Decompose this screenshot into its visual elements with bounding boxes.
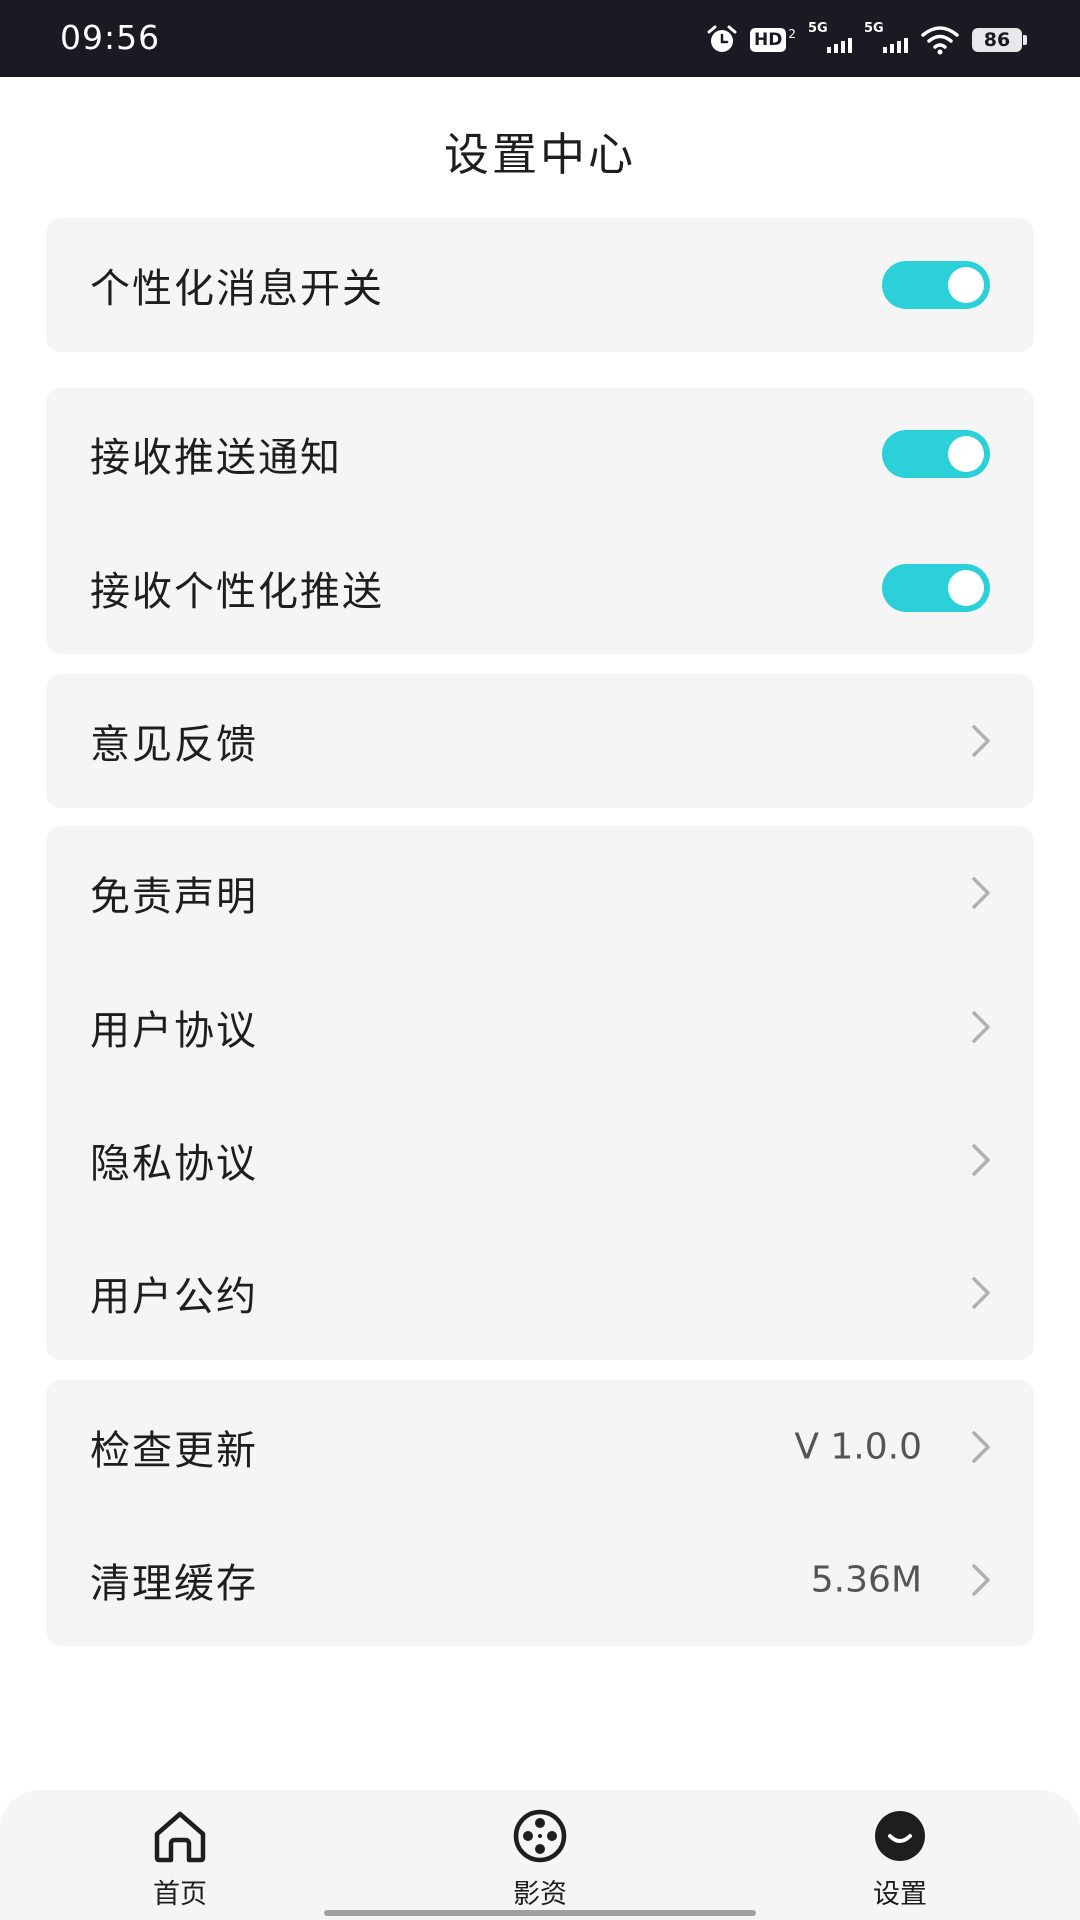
chevron-right-icon <box>972 1144 990 1176</box>
toggle-knob <box>948 570 984 606</box>
signal-label: 5G <box>808 21 828 36</box>
chevron-right-icon <box>972 725 990 757</box>
row-user-convention[interactable]: 用户公约 <box>46 1243 1034 1343</box>
receive-push-toggle[interactable] <box>882 430 990 478</box>
status-time: 09:56 <box>60 18 161 57</box>
battery-level: 86 <box>983 29 1011 51</box>
chevron-right-icon <box>972 1277 990 1309</box>
film-reel-icon <box>513 1809 567 1863</box>
row-receive-push: 接收推送通知 <box>46 404 1034 504</box>
alarm-icon <box>707 25 737 52</box>
hd-sub: 2 <box>788 27 796 41</box>
battery-icon: 86 <box>972 28 1027 52</box>
row-check-update[interactable]: 检查更新 V 1.0.0 <box>46 1397 1034 1497</box>
app-version: V 1.0.0 <box>794 1426 922 1468</box>
row-label: 接收个性化推送 <box>90 569 384 615</box>
cache-size: 5.36M <box>810 1559 922 1601</box>
row-disclaimer[interactable]: 免责声明 <box>46 843 1034 943</box>
chevron-right-icon <box>972 1564 990 1596</box>
tab-home[interactable]: 首页 <box>100 1808 260 1910</box>
signal-5g-icon: 5G <box>808 21 852 57</box>
bottom-tab-bar: 首页 影资 设置 <box>0 1790 1080 1920</box>
row-privacy-agreement[interactable]: 隐私协议 <box>46 1110 1034 1210</box>
tab-label: 首页 <box>153 1879 207 1910</box>
hd-label: HD <box>750 28 787 52</box>
row-receive-personalized-push: 接收个性化推送 <box>46 538 1034 638</box>
row-label: 免责声明 <box>90 874 258 920</box>
home-indicator[interactable] <box>324 1910 756 1916</box>
row-clear-cache[interactable]: 清理缓存 5.36M <box>46 1530 1034 1630</box>
home-icon <box>154 1811 206 1863</box>
toggle-knob <box>948 267 984 303</box>
row-user-agreement[interactable]: 用户协议 <box>46 977 1034 1077</box>
toggle-knob <box>948 436 984 472</box>
signal-5g-icon: 5G <box>864 21 908 57</box>
receive-personalized-push-toggle[interactable] <box>882 564 990 612</box>
settings-group-push: 接收推送通知 接收个性化推送 <box>46 388 1034 654</box>
signal-label: 5G <box>864 21 884 36</box>
chevron-right-icon <box>972 1431 990 1463</box>
status-bar: 09:56 HD 2 5G 5G 86 <box>0 0 1080 77</box>
chevron-right-icon <box>972 877 990 909</box>
row-personalized-message: 个性化消息开关 <box>46 235 1034 335</box>
page-title: 设置中心 <box>443 128 636 181</box>
row-label: 检查更新 <box>90 1428 258 1474</box>
tab-film[interactable]: 影资 <box>460 1808 620 1910</box>
personalized-message-toggle[interactable] <box>882 261 990 309</box>
row-label: 接收推送通知 <box>90 435 342 481</box>
settings-group-system: 检查更新 V 1.0.0 清理缓存 5.36M <box>46 1380 1034 1646</box>
settings-face-icon <box>875 1811 925 1861</box>
status-icons: HD 2 5G 5G 86 <box>706 21 1027 58</box>
wifi-icon <box>921 26 959 55</box>
row-label: 用户协议 <box>90 1008 258 1054</box>
row-label: 意见反馈 <box>90 722 258 768</box>
tab-label: 设置 <box>873 1879 927 1910</box>
tab-label: 影资 <box>513 1879 567 1910</box>
row-label: 清理缓存 <box>90 1561 258 1607</box>
tab-settings[interactable]: 设置 <box>820 1808 980 1910</box>
row-label: 隐私协议 <box>90 1141 258 1187</box>
settings-group-feedback: 意见反馈 <box>46 674 1034 808</box>
hd-icon: HD 2 <box>750 28 796 52</box>
row-label: 个性化消息开关 <box>90 266 384 312</box>
row-feedback[interactable]: 意见反馈 <box>46 691 1034 791</box>
chevron-right-icon <box>972 1011 990 1043</box>
settings-group-personalization: 个性化消息开关 <box>46 218 1034 352</box>
row-label: 用户公约 <box>90 1274 258 1320</box>
settings-group-legal: 免责声明 用户协议 隐私协议 用户公约 <box>46 826 1034 1360</box>
